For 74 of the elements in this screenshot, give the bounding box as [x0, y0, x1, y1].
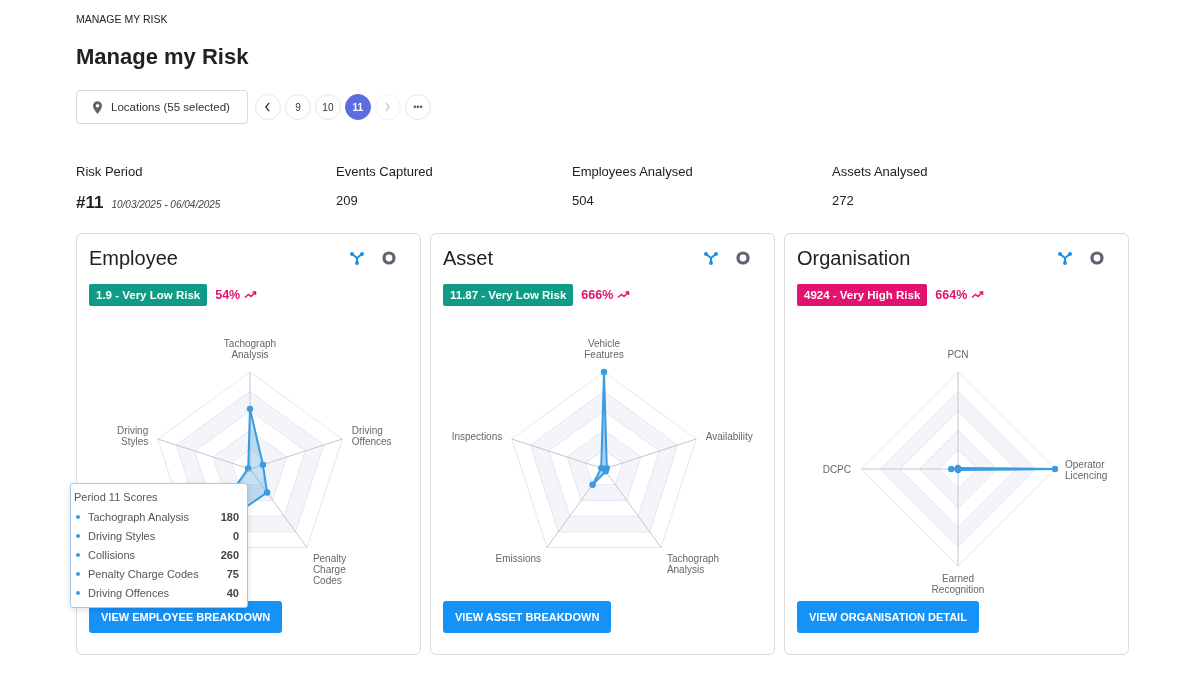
trend-up-icon — [244, 291, 258, 299]
trend-up-icon — [971, 291, 985, 299]
bullet-icon — [76, 552, 80, 557]
trend-percent: 54% — [215, 288, 241, 302]
score-value: 0 — [232, 529, 239, 542]
risk-badge: 4924 - Very High Risk — [797, 284, 928, 306]
period-number: #11 — [76, 193, 104, 213]
axis-label: DCPC — [822, 464, 851, 475]
ring-icon[interactable] — [736, 251, 750, 265]
chevron-right-icon — [384, 102, 392, 112]
score-label: Tachograph Analysis — [88, 510, 190, 523]
data-point — [600, 368, 608, 376]
risk-badge: 1.9 - Very Low Risk — [89, 284, 208, 306]
stat-value: 272 — [832, 193, 854, 208]
ring-icon[interactable] — [1090, 251, 1104, 265]
data-point — [1051, 465, 1059, 473]
tooltip-title: Period 11 Scores — [74, 491, 159, 503]
map-pin-icon — [93, 100, 102, 114]
page-button[interactable]: 11 — [344, 94, 371, 120]
bullet-icon — [76, 590, 80, 595]
axis-label: Inspections — [451, 430, 503, 442]
axis-label: Availability — [705, 430, 753, 442]
stat-label: Employees Analysed — [572, 164, 694, 179]
score-value: 180 — [220, 510, 239, 523]
axis-label: Penalty Charge Codes — [312, 552, 347, 586]
bullet-icon — [76, 571, 80, 576]
axis-label: Vehicle Features — [584, 338, 624, 360]
axis-label: Driving Offences — [351, 425, 392, 448]
trend-percent: 664% — [935, 288, 968, 302]
breadcrumb: MANAGE MY RISK — [76, 13, 169, 25]
score-label: Collisions — [88, 548, 137, 561]
page-title: Manage my Risk — [76, 44, 250, 70]
score-label: Driving Styles — [88, 529, 157, 542]
data-point — [259, 461, 267, 468]
stat-label: Risk Period — [76, 164, 144, 179]
data-point — [263, 489, 271, 496]
stat-label: Assets Analysed — [832, 164, 929, 179]
bullet-icon — [76, 533, 80, 538]
axis-label: Earned Recognition — [931, 573, 985, 595]
period-dates: 10/03/2025 - 06/04/2025 — [111, 199, 221, 210]
card-title: Employee — [89, 246, 178, 270]
data-point — [589, 481, 596, 488]
chevron-left-icon — [264, 102, 272, 112]
card-title: Organisation — [797, 246, 911, 270]
trend-up-icon — [617, 291, 631, 299]
data-point — [246, 405, 254, 413]
locations-button[interactable]: Locations (55 selected) — [76, 90, 248, 124]
axis-label: Operator Licencing — [1065, 458, 1108, 481]
stat-value: 504 — [572, 193, 594, 208]
data-point — [244, 465, 252, 472]
bullet-icon — [76, 514, 80, 519]
network-icon[interactable] — [704, 251, 718, 265]
axis-label: Emissions — [495, 552, 542, 564]
more-pages-button[interactable]: ••• — [404, 94, 431, 120]
score-value: 75 — [226, 567, 239, 580]
stat-label: Events Captured — [336, 164, 434, 179]
score-value: 40 — [226, 586, 239, 599]
stat-value: 209 — [336, 193, 358, 208]
risk-badge: 11.87 - Very Low Risk — [443, 284, 574, 306]
axis-label: Tachograph Analysis — [666, 552, 720, 575]
score-value: 260 — [220, 548, 239, 561]
page-button[interactable]: 10 — [314, 94, 341, 120]
ring-icon[interactable] — [382, 251, 396, 265]
page-button[interactable]: 9 — [284, 94, 311, 120]
card-title: Asset — [443, 246, 494, 270]
score-label: Penalty Charge Codes — [88, 567, 200, 580]
axis-label: Tachograph Analysis — [223, 338, 277, 360]
axis-label: PCN — [947, 349, 969, 360]
network-icon[interactable] — [350, 251, 364, 265]
trend-percent: 666% — [581, 288, 614, 302]
score-label: Driving Offences — [88, 586, 171, 599]
axis-label: Driving Styles — [117, 425, 149, 448]
network-icon[interactable] — [1058, 251, 1072, 265]
previous-page-button[interactable] — [254, 94, 281, 120]
